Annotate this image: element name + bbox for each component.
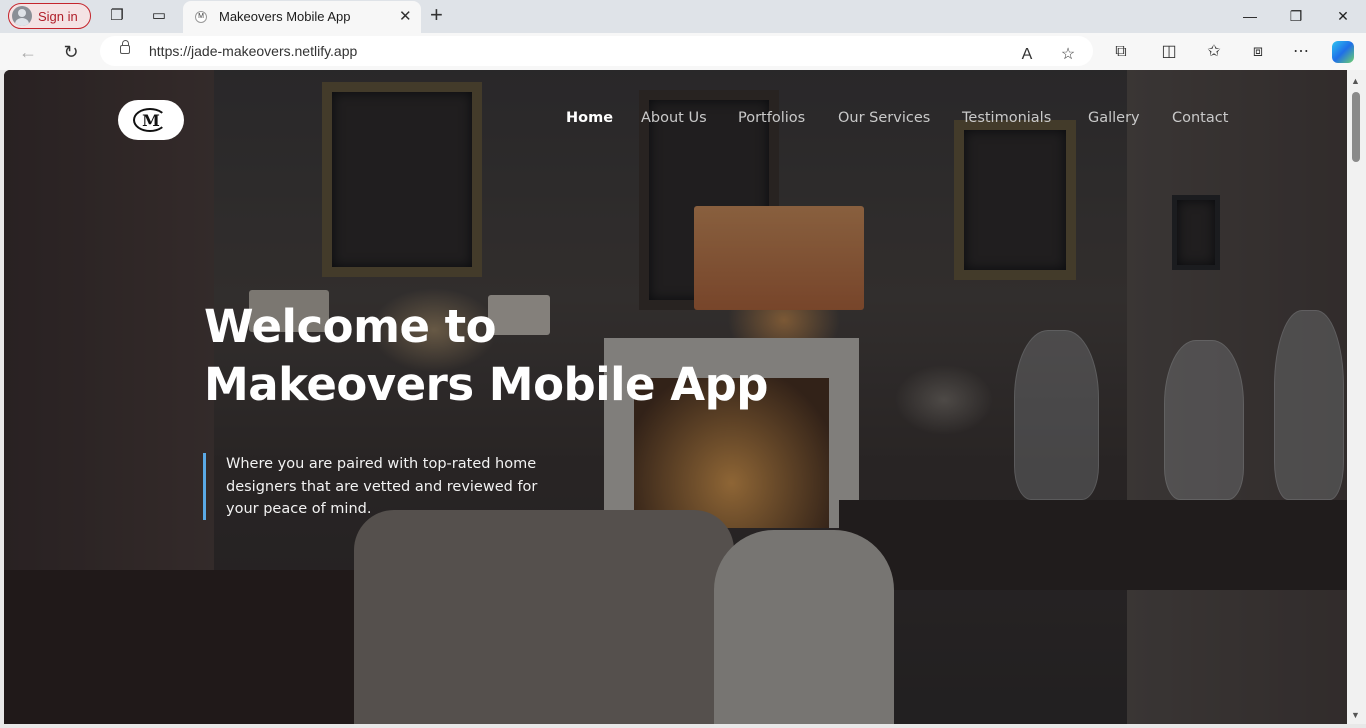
- nav-testimonials[interactable]: Testimonials: [962, 110, 1051, 126]
- nav-home[interactable]: Home: [566, 110, 613, 126]
- hero-title-line-2: Makeovers Mobile App: [204, 358, 769, 411]
- extensions-icon[interactable]: ⧉: [1111, 42, 1131, 62]
- hero-accent-bar: [203, 453, 206, 520]
- hero-subtitle: Where you are paired with top-rated home…: [226, 456, 538, 517]
- more-icon[interactable]: ⋯: [1291, 42, 1311, 62]
- nav-contact[interactable]: Contact: [1172, 110, 1228, 126]
- site-favicon-icon: M: [195, 11, 207, 23]
- workspaces-icon[interactable]: ❐: [108, 7, 126, 25]
- tab-makeovers[interactable]: M Makeovers Mobile App ✕: [183, 1, 421, 33]
- new-tab-icon[interactable]: +: [430, 4, 443, 26]
- close-window-icon[interactable]: ✕: [1333, 6, 1353, 26]
- profile-icon: [12, 6, 32, 26]
- scroll-thumb[interactable]: [1352, 92, 1360, 162]
- browser-toolbar: ← ↻ https://jade-makeovers.netlify.app A…: [0, 33, 1366, 70]
- nav-our-services[interactable]: Our Services: [838, 110, 930, 126]
- hero-title: Welcome to Makeovers Mobile App: [204, 298, 769, 414]
- collections-icon[interactable]: ⧈: [1248, 42, 1268, 62]
- favorite-icon[interactable]: ☆: [1058, 45, 1078, 65]
- logo-mark: M: [133, 107, 167, 132]
- page-scrollbar[interactable]: ▲ ▼: [1347, 70, 1366, 724]
- page-viewport: M Home About Us Portfolios Our Services …: [4, 70, 1347, 724]
- sign-in-label: Sign in: [38, 8, 78, 24]
- browser-tab-bar: Sign in ❐ ▭ M Makeovers Mobile App ✕ + —…: [0, 0, 1366, 33]
- refresh-icon[interactable]: ↻: [61, 42, 81, 62]
- back-icon[interactable]: ←: [18, 42, 38, 62]
- close-tab-icon[interactable]: ✕: [399, 7, 412, 25]
- url-text[interactable]: https://jade-makeovers.netlify.app: [149, 43, 357, 59]
- sign-in-button[interactable]: Sign in: [8, 3, 91, 29]
- copilot-icon[interactable]: [1332, 41, 1354, 63]
- scroll-up-icon[interactable]: ▲: [1351, 76, 1360, 86]
- nav-portfolios[interactable]: Portfolios: [738, 110, 805, 126]
- lock-icon: [120, 40, 130, 54]
- nav-gallery[interactable]: Gallery: [1088, 110, 1140, 126]
- restore-icon[interactable]: ❐: [1286, 6, 1306, 26]
- scroll-down-icon[interactable]: ▼: [1351, 710, 1360, 720]
- nav-about-us[interactable]: About Us: [641, 110, 707, 126]
- minimize-icon[interactable]: —: [1240, 6, 1260, 26]
- read-aloud-icon[interactable]: A: [1017, 45, 1037, 65]
- site-logo[interactable]: M: [118, 100, 184, 140]
- vertical-tabs-icon[interactable]: ▭: [150, 7, 168, 25]
- split-screen-icon[interactable]: ◫: [1159, 42, 1179, 62]
- tab-title: Makeovers Mobile App: [219, 9, 351, 24]
- favorites-icon[interactable]: ✩: [1204, 42, 1224, 62]
- hero-title-line-1: Welcome to: [204, 300, 497, 353]
- address-bar[interactable]: https://jade-makeovers.netlify.app A ☆: [100, 36, 1093, 66]
